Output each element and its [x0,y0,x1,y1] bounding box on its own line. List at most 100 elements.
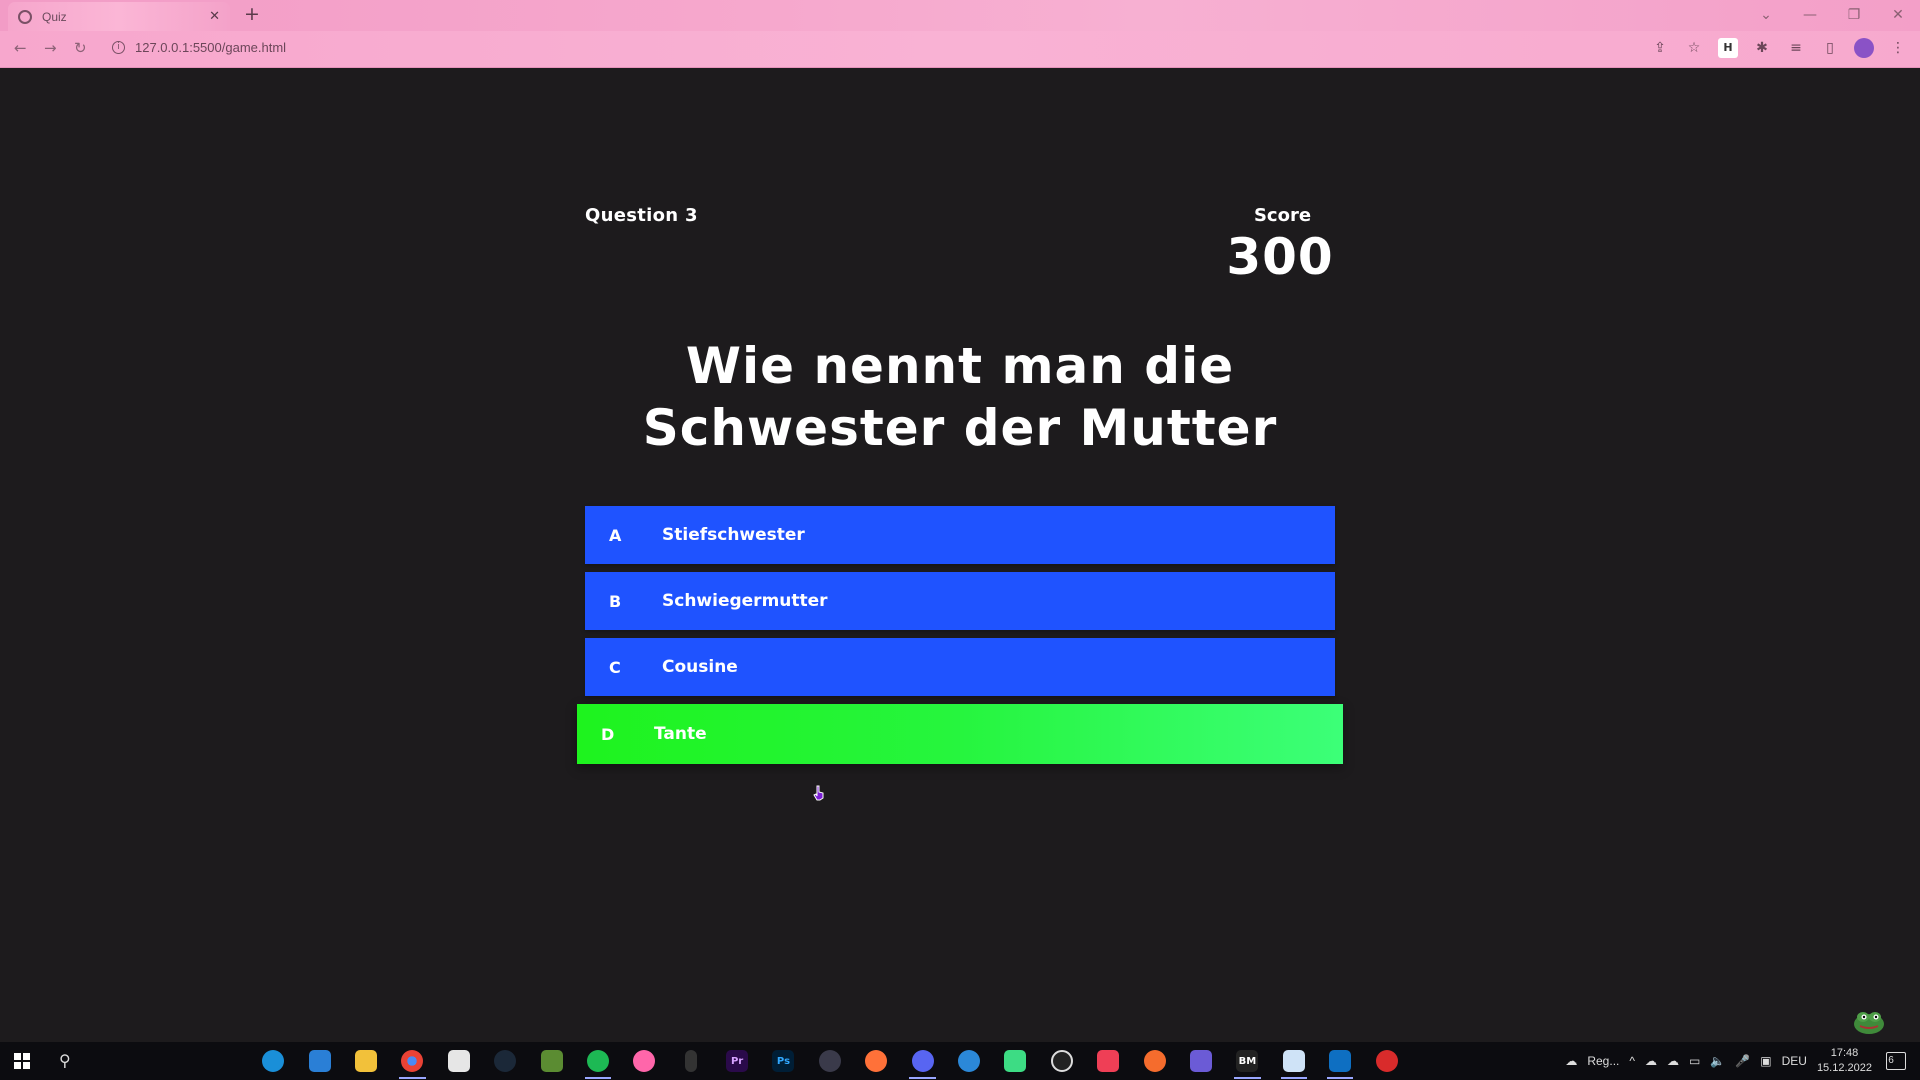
taskbar-app[interactable] [296,1042,342,1080]
notepad-icon [1282,1050,1305,1072]
taskbar-app[interactable] [389,1042,435,1080]
restore-button[interactable]: ❐ [1832,7,1876,23]
taskbar-app[interactable] [1131,1042,1177,1080]
discord-icon [911,1050,934,1072]
taskbar-app[interactable] [853,1042,899,1080]
answer-letter: C [609,657,621,677]
notification-center-icon[interactable]: 6 [1886,1052,1906,1070]
device-icon[interactable]: ▭ [1689,1054,1700,1068]
answer-option-c[interactable]: C Cousine [585,638,1335,696]
new-tab-button[interactable]: + [244,3,260,25]
pocket-icon [1097,1050,1120,1072]
edge-icon [262,1050,285,1072]
android-studio-icon [1004,1050,1027,1072]
url-text[interactable]: 127.0.0.1:5500/game.html [135,40,286,55]
taskbar-app[interactable] [807,1042,853,1080]
taskbar-app[interactable] [575,1042,621,1080]
frog-mascot-icon [1854,1012,1884,1034]
taskbar-app[interactable] [1317,1042,1363,1080]
taskbar-app[interactable] [482,1042,528,1080]
browser-toolbar: ← → ↻ i 127.0.0.1:5500/game.html ⇪ ☆ H ✱… [0,31,1920,68]
taskbar-app[interactable] [436,1042,482,1080]
hand-cursor-icon [813,785,824,801]
side-panel-icon[interactable]: ▯ [1820,38,1840,58]
notification-count: 6 [1888,1055,1894,1066]
taskbar-app[interactable] [1271,1042,1317,1080]
spotify-icon [586,1050,609,1072]
bookmark-star-icon[interactable]: ☆ [1684,38,1704,58]
osu-icon [633,1050,656,1072]
onedrive-icon[interactable]: ☁ [1645,1054,1657,1068]
taskbar-app[interactable] [992,1042,1038,1080]
origin-icon [1143,1050,1166,1072]
profile-avatar[interactable] [1854,38,1874,58]
chrome-icon [401,1050,424,1072]
mail-icon [308,1050,331,1072]
answer-option-d[interactable]: D Tante [577,704,1343,764]
reload-icon[interactable]: ↻ [74,39,87,57]
puzzle-extensions-icon[interactable]: ✱ [1752,38,1772,58]
taskbar-app[interactable] [1363,1042,1409,1080]
extension-icon[interactable]: H [1718,38,1738,58]
close-window-button[interactable]: ✕ [1876,7,1920,23]
network-icon[interactable]: ▣ [1760,1054,1771,1068]
toolbar-actions: ⇪ ☆ H ✱ ≡ ▯ ⋮ [1650,38,1908,58]
tab-title: Quiz [42,9,67,24]
back-arrow-icon[interactable]: ← [14,39,27,57]
question-counter: Question 3 [585,205,698,226]
minimize-button[interactable]: — [1788,7,1832,23]
taskbar-app[interactable] [621,1042,667,1080]
taskbar-app[interactable] [1178,1042,1224,1080]
system-tray: ☁ Reg... ^ ☁ ☁ ▭ 🔈 🎤 ▣ DEU 17:48 15.12.2… [1565,1042,1920,1080]
answer-text: Tante [654,724,707,744]
clock[interactable]: 17:48 15.12.2022 [1817,1046,1872,1076]
taskbar-app[interactable] [1039,1042,1085,1080]
language-indicator[interactable]: DEU [1782,1054,1807,1068]
tab-search-icon[interactable]: ⌄ [1744,7,1788,23]
photoshop-icon: Ps [772,1050,795,1072]
taskbar-app[interactable] [250,1042,296,1080]
taskbar-app[interactable] [1085,1042,1131,1080]
steam-icon [494,1050,517,1072]
volume-icon[interactable]: 🔈 [1710,1054,1725,1068]
address-bar[interactable]: i 127.0.0.1:5500/game.html [112,40,286,55]
answer-text: Stiefschwester [662,525,805,545]
mouse-icon [684,1050,697,1072]
firefox-icon [865,1050,888,1072]
menu-kebab-icon[interactable]: ⋮ [1888,38,1908,58]
answer-option-a[interactable]: A Stiefschwester [585,506,1335,564]
tab-close-icon[interactable]: ✕ [209,9,220,24]
taskbar-app[interactable] [528,1042,574,1080]
taskbar-app[interactable] [946,1042,992,1080]
window-controls: ⌄ — ❐ ✕ [1744,0,1920,29]
windows-start-icon[interactable] [14,1053,30,1069]
info-icon[interactable]: i [112,41,125,54]
taskbar-app[interactable] [668,1042,714,1080]
browser-tab-strip: Quiz ✕ + ⌄ — ❐ ✕ [0,0,1920,31]
answer-text: Schwiegermutter [662,591,828,611]
weather-text[interactable]: Reg... [1587,1054,1619,1068]
tray-expand-icon[interactable]: ^ [1629,1054,1635,1068]
taskbar-app[interactable]: Ps [760,1042,806,1080]
remote-desktop-icon [958,1050,981,1072]
taskbar-app[interactable] [343,1042,389,1080]
reading-list-icon[interactable]: ≡ [1786,38,1806,58]
microphone-icon[interactable]: 🎤 [1735,1054,1750,1068]
taskbar-app[interactable] [899,1042,945,1080]
clock-date: 15.12.2022 [1816,1062,1872,1074]
browser-tab[interactable]: Quiz ✕ [8,2,230,31]
answer-letter: A [609,525,622,545]
cloud-icon[interactable]: ☁ [1667,1054,1679,1068]
answer-option-b[interactable]: B Schwiegermutter [585,572,1335,630]
taskbar-app[interactable]: BM [1224,1042,1270,1080]
taskbar: ⚲ Pr Ps BM ☁ Reg... ^ ☁ ☁ ▭ 🔈 🎤 ▣ DEU 17… [0,1042,1920,1080]
globe-icon [18,9,32,24]
taskbar-app[interactable]: Pr [714,1042,760,1080]
weather-icon[interactable]: ☁ [1565,1054,1577,1068]
search-icon[interactable]: ⚲ [59,1051,71,1070]
share-icon[interactable]: ⇪ [1650,38,1670,58]
answer-letter: B [609,591,622,611]
forward-arrow-icon[interactable]: → [44,39,57,57]
answer-letter: D [601,724,615,744]
question-text: Wie nennt man die Schwester der Mutter [642,337,1278,457]
